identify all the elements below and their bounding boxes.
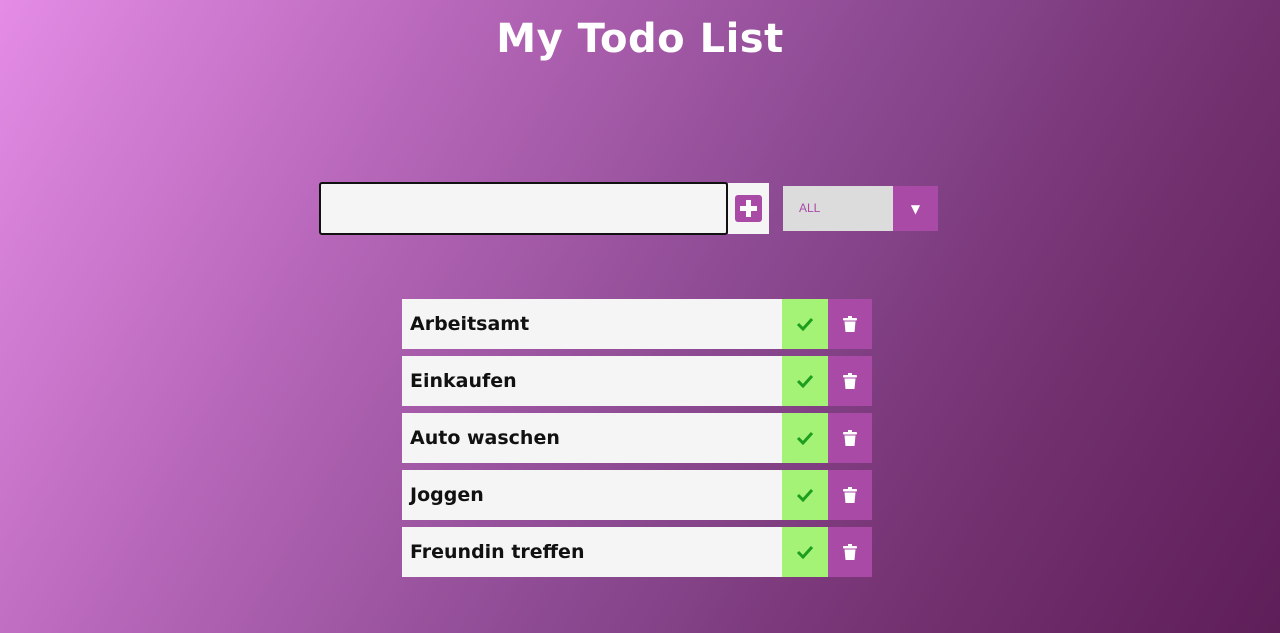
delete-button[interactable] xyxy=(828,413,872,463)
complete-button[interactable] xyxy=(782,470,828,520)
todo-input[interactable] xyxy=(319,182,728,235)
todo-item: Joggen xyxy=(402,470,872,520)
todo-item: Einkaufen xyxy=(402,356,872,406)
todo-item-text: Arbeitsamt xyxy=(402,299,782,349)
trash-icon xyxy=(843,487,857,503)
add-todo-button[interactable] xyxy=(728,183,769,234)
todo-list: Arbeitsamt Einkaufen Auto waschen Joggen xyxy=(402,299,872,584)
trash-icon xyxy=(843,316,857,332)
todo-item: Arbeitsamt xyxy=(402,299,872,349)
check-icon xyxy=(796,545,814,559)
filter-selected-value: ALL xyxy=(783,186,893,231)
check-icon xyxy=(796,488,814,502)
delete-button[interactable] xyxy=(828,470,872,520)
delete-button[interactable] xyxy=(828,356,872,406)
check-icon xyxy=(796,431,814,445)
delete-button[interactable] xyxy=(828,527,872,577)
check-icon xyxy=(796,317,814,331)
complete-button[interactable] xyxy=(782,527,828,577)
todo-item-text: Einkaufen xyxy=(402,356,782,406)
todo-item-text: Freundin treffen xyxy=(402,527,782,577)
complete-button[interactable] xyxy=(782,356,828,406)
trash-icon xyxy=(843,430,857,446)
todo-item: Freundin treffen xyxy=(402,527,872,577)
dropdown-arrow-icon[interactable]: ▼ xyxy=(893,186,938,231)
delete-button[interactable] xyxy=(828,299,872,349)
complete-button[interactable] xyxy=(782,413,828,463)
trash-icon xyxy=(843,373,857,389)
todo-item-text: Auto waschen xyxy=(402,413,782,463)
filter-select[interactable]: ALL ▼ xyxy=(783,186,938,231)
todo-item: Auto waschen xyxy=(402,413,872,463)
trash-icon xyxy=(843,544,857,560)
page-title: My Todo List xyxy=(496,16,784,62)
complete-button[interactable] xyxy=(782,299,828,349)
todo-item-text: Joggen xyxy=(402,470,782,520)
check-icon xyxy=(796,374,814,388)
plus-square-icon xyxy=(735,195,762,222)
